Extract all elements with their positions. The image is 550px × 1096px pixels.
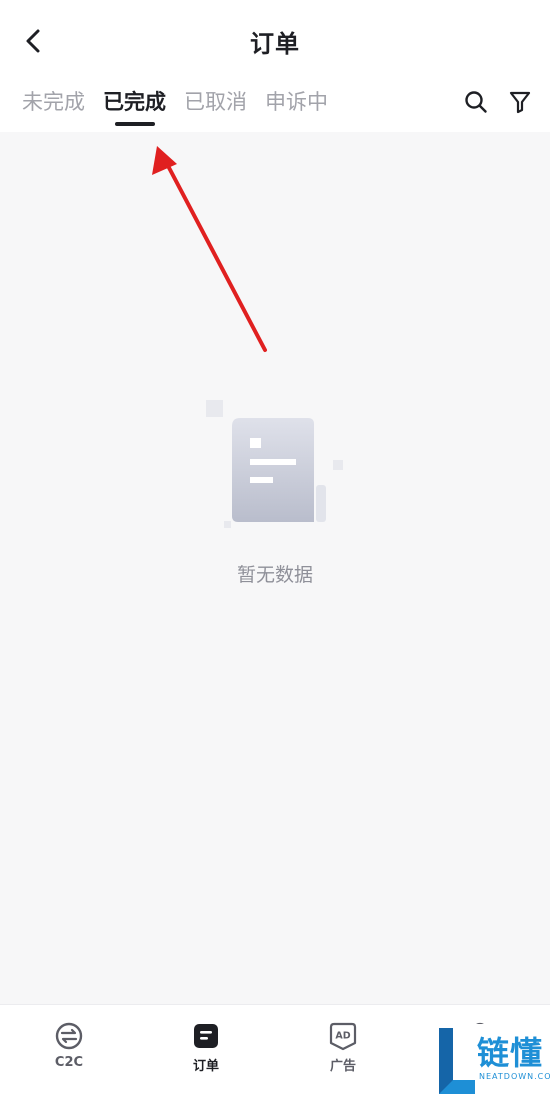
tab-cancelled[interactable]: 已取消 xyxy=(184,86,247,126)
watermark-text: 链懂 xyxy=(477,1034,544,1072)
ad-icon: AD xyxy=(329,1022,357,1051)
nav-label-c2c: C2C xyxy=(54,1055,84,1070)
empty-document-icon xyxy=(200,394,350,534)
red-arrow-annotation xyxy=(152,146,267,352)
c2c-icon xyxy=(55,1022,83,1050)
watermark-logo-icon xyxy=(439,1028,475,1094)
nav-item-c2c[interactable]: C2C xyxy=(29,1021,109,1081)
orders-icon xyxy=(194,1024,218,1048)
nav-label-ads: 广告 xyxy=(329,1059,356,1074)
page-title: 订单 xyxy=(250,30,300,58)
nav-item-ads[interactable]: AD 广告 xyxy=(303,1021,383,1081)
nav-item-orders[interactable]: 订单 xyxy=(166,1021,246,1081)
tab-completed[interactable]: 已完成 xyxy=(103,86,166,126)
search-button[interactable] xyxy=(462,88,490,116)
tab-incomplete[interactable]: 未完成 xyxy=(22,86,85,126)
search-icon xyxy=(465,91,487,113)
watermark-subtext: NEATDOWN.COM xyxy=(479,1072,550,1081)
nav-label-orders: 订单 xyxy=(192,1059,219,1074)
watermark: 链懂 NEATDOWN.COM xyxy=(433,1024,550,1096)
svg-text:AD: AD xyxy=(335,1031,350,1042)
order-status-tabs: 未完成 已完成 已取消 申诉中 xyxy=(22,86,328,126)
header: 订单 未完成 已完成 已取消 申诉中 xyxy=(0,0,550,132)
tab-appealing[interactable]: 申诉中 xyxy=(265,86,328,126)
empty-state-message: 暂无数据 xyxy=(236,564,313,586)
order-list-area: 暂无数据 xyxy=(0,132,550,1004)
filter-button[interactable] xyxy=(506,88,534,116)
filter-icon xyxy=(509,91,531,114)
